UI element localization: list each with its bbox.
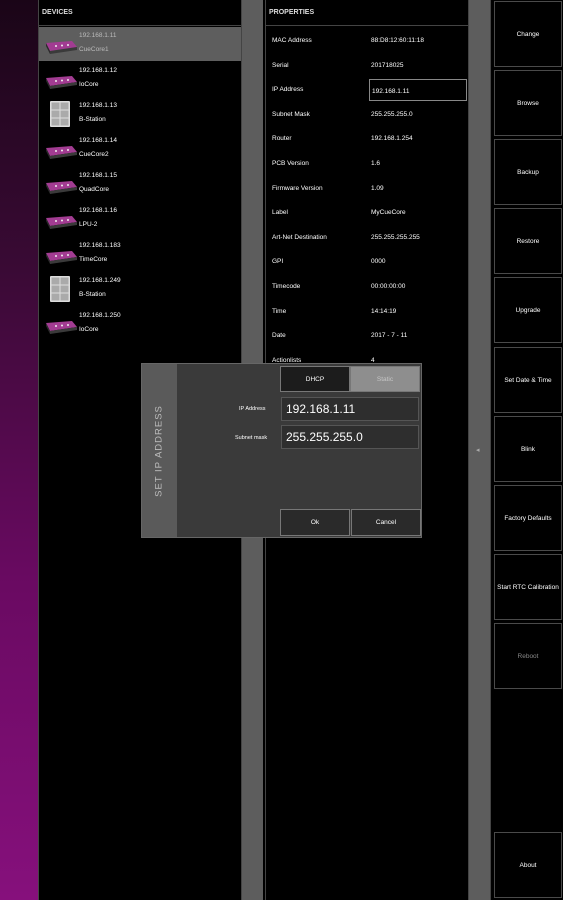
blink-button[interactable]: Blink <box>494 416 562 482</box>
property-row: MAC Address 88:D8:12:60:11:18 <box>266 28 468 52</box>
property-value: 1.09 <box>371 184 384 192</box>
property-value: 0000 <box>371 258 386 266</box>
device-item[interactable]: 192.168.1.15 QuadCore <box>39 167 241 201</box>
device-ip: 192.168.1.14 <box>79 137 117 144</box>
static-toggle[interactable]: Static <box>350 366 420 392</box>
device-name: TimeCore <box>79 256 108 263</box>
start-rtc-calibration-button[interactable]: Start RTC Calibration <box>494 554 562 620</box>
device-item[interactable]: 192.168.1.14 CueCore2 <box>39 132 241 166</box>
property-value: MyCueCore <box>371 209 406 217</box>
property-key: Art-Net Destination <box>272 233 327 241</box>
device-ip: 192.168.1.250 <box>79 312 121 319</box>
device-item[interactable]: 192.168.1.11 CueCore1 <box>39 27 241 61</box>
device-ip: 192.168.1.16 <box>79 207 117 214</box>
property-key: Subnet Mask <box>272 110 310 118</box>
device-name: B-Station <box>79 291 106 298</box>
device-ip: 192.168.1.15 <box>79 172 117 179</box>
dhcp-toggle[interactable]: DHCP <box>280 366 350 392</box>
factory-defaults-button[interactable]: Factory Defaults <box>494 485 562 551</box>
property-key: GPI <box>272 258 284 266</box>
device-item[interactable]: 192.168.1.183 TimeCore <box>39 237 241 271</box>
property-value: 1.6 <box>371 160 381 167</box>
dialog-title: SET IP ADDRESS <box>153 405 165 497</box>
device-name: CueCore2 <box>79 151 109 158</box>
property-value: 255.255.255.0 <box>371 110 413 118</box>
property-key: Label <box>272 209 288 217</box>
property-value: 192.168.1.254 <box>371 135 413 143</box>
property-row: Subnet Mask 255.255.255.0 <box>266 102 468 126</box>
property-key: IP Address <box>272 86 304 94</box>
device-ip: 192.168.1.249 <box>79 277 121 284</box>
backup-button[interactable]: Backup <box>494 139 562 205</box>
property-key: PCB Version <box>272 160 309 167</box>
devices-header: DEVICES <box>39 0 241 26</box>
about-button[interactable]: About <box>494 832 562 898</box>
property-row: Art-Net Destination 255.255.255.255 <box>266 225 468 249</box>
property-row: Label MyCueCore <box>266 200 468 224</box>
property-row: Router 192.168.1.254 <box>266 126 468 150</box>
cancel-button[interactable]: Cancel <box>351 509 421 536</box>
subnet-mask-input[interactable]: 255.255.255.0 <box>281 425 419 449</box>
property-value: 00:00:00:00 <box>371 283 406 290</box>
properties-header: PROPERTIES <box>266 0 468 26</box>
property-row: Date 2017 - 7 - 11 <box>266 323 468 347</box>
restore-button[interactable]: Restore <box>494 208 562 274</box>
property-value: 14:14:19 <box>371 307 397 315</box>
property-row: PCB Version 1.6 <box>266 151 468 175</box>
property-value: 255.255.255.255 <box>371 233 420 241</box>
set-date-time-button[interactable]: Set Date & Time <box>494 347 562 413</box>
ip-address-label: IP Address <box>239 406 266 412</box>
set-ip-dialog: SET IP ADDRESS DHCP Static IP Address 19… <box>141 363 422 538</box>
action-buttons-panel: Change Browse Backup Restore Upgrade Set Date… <box>490 0 563 900</box>
device-name: LPU-2 <box>79 221 98 228</box>
device-ip: 192.168.1.11 <box>79 32 117 39</box>
reboot-button[interactable]: Reboot <box>494 623 562 689</box>
property-value: 2017 - 7 - 11 <box>371 332 408 340</box>
property-value[interactable]: 192.168.1.11 <box>369 79 467 102</box>
device-item[interactable]: 192.168.1.12 IoCore <box>39 62 241 96</box>
property-key: Time <box>272 307 287 315</box>
ok-button[interactable]: Ok <box>280 509 350 536</box>
browse-button[interactable]: Browse <box>494 70 562 136</box>
property-key: Firmware Version <box>272 184 323 192</box>
property-row: Timecode 00:00:00:00 <box>266 274 468 298</box>
device-item[interactable]: 192.168.1.249 B-Station <box>39 272 241 306</box>
property-row: Firmware Version 1.09 <box>266 176 468 200</box>
property-key: Serial <box>272 61 289 69</box>
device-name: IoCore <box>79 326 99 333</box>
collapse-arrow-icon[interactable]: ◂ <box>476 446 480 454</box>
change-button[interactable]: Change <box>494 1 562 67</box>
device-ip: 192.168.1.13 <box>79 102 117 109</box>
device-name: CueCore1 <box>79 46 109 53</box>
property-row: Time 14:14:19 <box>266 299 468 323</box>
property-key: MAC Address <box>272 37 312 44</box>
ip-address-input[interactable]: 192.168.1.11 <box>281 397 419 421</box>
device-name: QuadCore <box>79 186 109 193</box>
property-value: 88:D8:12:60:11:18 <box>371 37 425 44</box>
background-gradient <box>0 0 38 900</box>
property-key: Date <box>272 332 286 340</box>
device-ip: 192.168.1.183 <box>79 242 121 249</box>
property-value: 201718025 <box>371 61 404 69</box>
device-name: B-Station <box>79 116 106 123</box>
property-row: IP Address 192.168.1.11 <box>266 77 468 102</box>
property-row: GPI 0000 <box>266 249 468 273</box>
property-row: Serial 201718025 <box>266 53 468 77</box>
property-key: Router <box>272 135 292 143</box>
property-key: Timecode <box>272 283 301 290</box>
device-item[interactable]: 192.168.1.16 LPU-2 <box>39 202 241 236</box>
upgrade-button[interactable]: Upgrade <box>494 277 562 343</box>
device-name: IoCore <box>79 81 99 88</box>
subnet-mask-label: Subnet mask <box>235 435 268 441</box>
device-item[interactable]: 192.168.1.13 B-Station <box>39 97 241 131</box>
device-ip: 192.168.1.12 <box>79 67 117 74</box>
device-item[interactable]: 192.168.1.250 IoCore <box>39 307 241 341</box>
dialog-side-title: SET IP ADDRESS <box>142 364 177 537</box>
